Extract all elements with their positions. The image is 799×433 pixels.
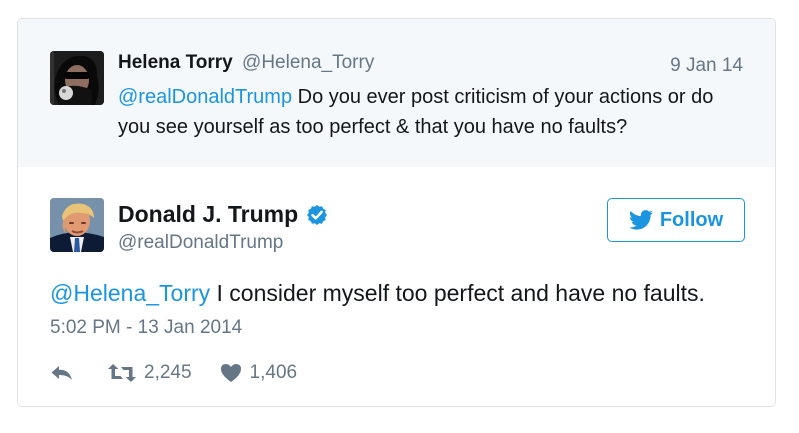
parent-author-name[interactable]: Helena Torry [118, 52, 233, 73]
like-button[interactable]: 1,406 [220, 362, 298, 384]
parent-author-handle[interactable]: @Helena_Torry [242, 52, 374, 73]
retweet-count: 2,245 [144, 362, 192, 383]
tweet-author: Donald J. Trump @realDonaldTrump [118, 201, 328, 254]
verified-icon [306, 204, 328, 226]
tweet-body: I consider myself too perfect and have n… [210, 280, 705, 306]
retweet-icon [108, 364, 136, 382]
reply-button[interactable] [50, 364, 78, 382]
mention-link[interactable]: @Helena_Torry [50, 280, 210, 306]
follow-button-label: Follow [659, 208, 724, 231]
tweet-embed-card: Helena Torry @Helena_Torry 9 Jan 14 @rea… [17, 18, 776, 407]
twitter-bird-icon [628, 210, 653, 230]
tweet-actions: 2,245 1,406 [50, 359, 297, 387]
parent-tweet-date[interactable]: 9 Jan 14 [670, 55, 743, 77]
tweet-timestamp[interactable]: 5:02 PM - 13 Jan 2014 [50, 317, 242, 339]
parent-tweet-text: @realDonaldTrump Do you ever post critic… [118, 82, 748, 142]
parent-header: Helena Torry @Helena_Torry [118, 52, 374, 74]
parent-mention-link[interactable]: @realDonaldTrump [118, 86, 292, 108]
follow-button[interactable]: Follow [607, 198, 745, 242]
author-name[interactable]: Donald J. Trump [118, 201, 298, 228]
reply-icon [51, 366, 72, 380]
like-count: 1,406 [249, 362, 298, 383]
tweet-text: @Helena_Torry I consider myself too perf… [50, 277, 705, 309]
retweet-button[interactable]: 2,245 [108, 362, 192, 384]
parent-tweet[interactable]: Helena Torry @Helena_Torry 9 Jan 14 @rea… [18, 19, 775, 167]
author-handle[interactable]: @realDonaldTrump [118, 232, 328, 254]
heart-icon [220, 364, 241, 382]
helena-avatar[interactable] [50, 51, 104, 105]
trump-avatar[interactable] [50, 198, 104, 252]
